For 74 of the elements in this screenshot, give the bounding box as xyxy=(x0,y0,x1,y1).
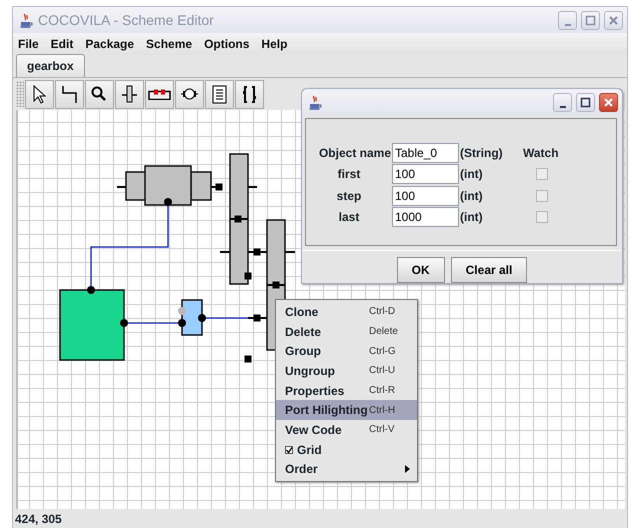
port[interactable] xyxy=(87,286,95,294)
gearbox-block[interactable] xyxy=(144,165,192,206)
type-label: (int) xyxy=(459,209,484,226)
menu-item[interactable]: Order xyxy=(276,460,417,480)
table-block[interactable] xyxy=(181,299,203,336)
gearbox-block[interactable] xyxy=(125,171,147,201)
maximize-icon xyxy=(580,96,591,108)
toolbar-button[interactable] xyxy=(145,80,174,108)
menu-item[interactable]: File xyxy=(18,35,39,53)
menu-item[interactable]: Vew Code Ctrl-V xyxy=(276,420,417,440)
field-label: first xyxy=(336,166,362,184)
input-field[interactable]: 100 xyxy=(392,164,459,184)
java-cup-icon xyxy=(17,12,34,28)
toolbar-button[interactable] xyxy=(55,80,84,108)
column-header: Watch xyxy=(522,144,560,162)
menu-item[interactable]: Ungroup Ctrl-U xyxy=(276,361,417,381)
port[interactable] xyxy=(198,314,206,322)
type-label: (String) xyxy=(459,144,504,162)
type-label: (int) xyxy=(459,188,484,205)
menu-item[interactable]: Delete Delete xyxy=(276,322,417,342)
maximize-icon xyxy=(585,14,596,26)
toolbar-button[interactable] xyxy=(235,80,264,108)
minimize-icon xyxy=(560,106,566,108)
watch-checkbox[interactable] xyxy=(536,211,548,224)
toolbar-button[interactable] xyxy=(205,80,234,108)
menu-item[interactable]: Package xyxy=(85,35,134,53)
port[interactable] xyxy=(120,319,128,327)
menu-item[interactable]: Grid xyxy=(276,440,417,460)
shaft-line xyxy=(117,186,126,188)
close-button[interactable] xyxy=(604,10,623,30)
watch-checkbox[interactable] xyxy=(536,190,548,202)
java-cup-icon xyxy=(306,94,323,110)
field-label: Object name xyxy=(318,144,392,162)
close-icon xyxy=(608,14,619,26)
menu-item[interactable]: Properties Ctrl-R xyxy=(276,380,417,400)
toolbar-button[interactable] xyxy=(85,80,114,108)
close-icon xyxy=(603,96,614,108)
tab[interactable]: gearbox xyxy=(16,54,85,77)
toolbar-button[interactable] xyxy=(175,80,204,108)
field-label: last xyxy=(338,209,360,226)
dialog-button[interactable]: OK xyxy=(396,257,445,283)
shaft-block[interactable] xyxy=(229,153,249,285)
submenu-arrow-icon xyxy=(405,465,411,474)
rail-icon xyxy=(148,88,171,100)
menu-item[interactable]: Clone Ctrl-D xyxy=(276,302,417,322)
field-label: step xyxy=(336,188,362,205)
shaft-line xyxy=(248,317,267,319)
toolbar-button[interactable] xyxy=(115,80,144,108)
shaft-line xyxy=(220,251,230,253)
status-text: 424, 305 xyxy=(14,510,63,528)
shaft-line xyxy=(230,218,248,220)
window-title: COCOVILA - Scheme Editor xyxy=(38,10,214,30)
toolbar-button[interactable] xyxy=(25,80,54,108)
minimize-button[interactable] xyxy=(553,92,572,112)
menu-item[interactable]: Edit xyxy=(50,35,74,53)
input-field[interactable]: Table_0 xyxy=(392,142,459,163)
gearbox-block[interactable] xyxy=(190,171,212,201)
menu-item[interactable]: Scheme xyxy=(146,35,192,53)
menu-item[interactable]: Options xyxy=(204,35,250,53)
shaft-line xyxy=(267,284,285,286)
menu-item[interactable]: Help xyxy=(261,35,288,53)
minimize-icon xyxy=(564,24,570,26)
type-label: (int) xyxy=(459,166,484,184)
input-field[interactable]: 1000 xyxy=(392,207,459,228)
watch-checkbox[interactable] xyxy=(536,168,548,180)
menu-item[interactable]: Group Ctrl-G xyxy=(276,341,417,362)
toolbar-grip[interactable] xyxy=(16,81,24,107)
dialog-button[interactable]: Clear all xyxy=(450,257,528,283)
port[interactable] xyxy=(164,198,172,206)
close-button[interactable] xyxy=(599,92,618,112)
source-block[interactable] xyxy=(59,289,125,361)
input-field[interactable]: 100 xyxy=(392,186,459,206)
menu-item[interactable]: Port Hilighting Ctrl-H xyxy=(276,400,417,420)
maximize-button[interactable] xyxy=(576,92,595,112)
